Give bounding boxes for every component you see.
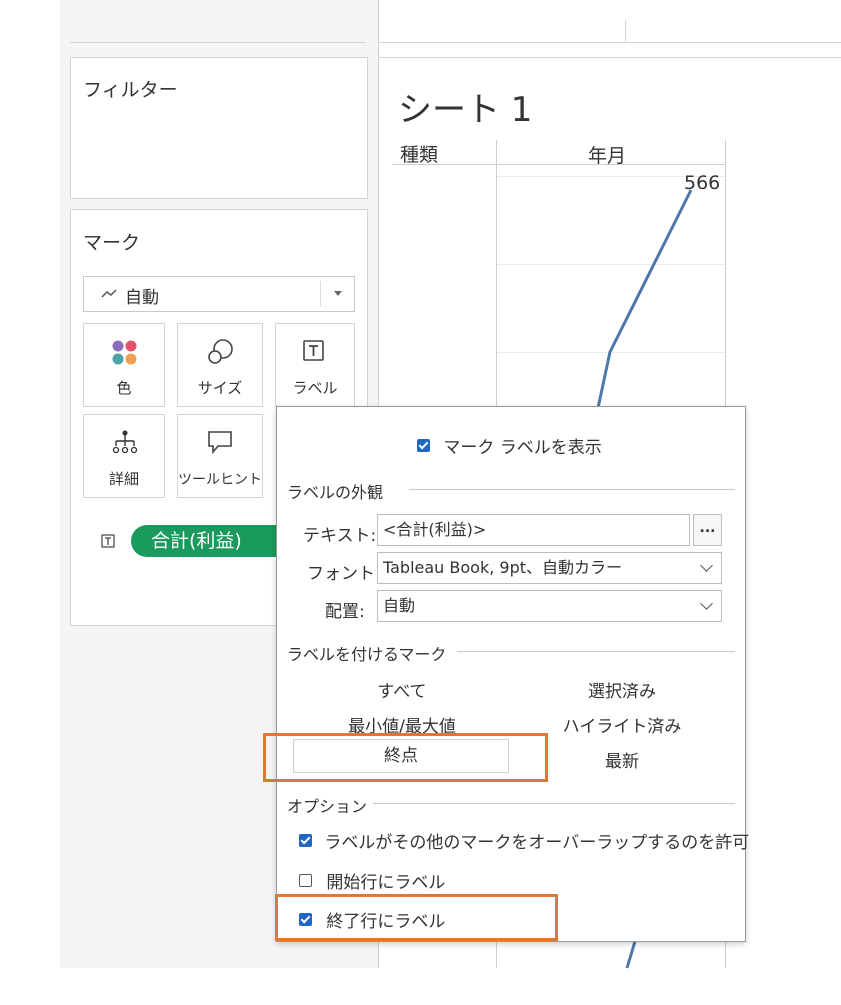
highlight-box-line-ends xyxy=(263,733,548,782)
show-mark-labels-label: マーク ラベルを表示 xyxy=(443,438,602,458)
option-highlighted[interactable]: ハイライト済み xyxy=(547,712,697,737)
option-selected[interactable]: 選択済み xyxy=(557,677,687,702)
edit-text-button[interactable]: ... xyxy=(693,514,722,546)
label-start-checkbox[interactable] xyxy=(299,874,312,887)
section-rule xyxy=(373,803,735,804)
end-value-label: 566 xyxy=(684,172,721,194)
chevron-down-icon xyxy=(700,559,713,572)
alignment-label: 配置: xyxy=(325,602,365,622)
show-mark-labels-row[interactable]: マーク ラベルを表示 xyxy=(417,433,602,458)
label-text-field[interactable]: <合計(利益)> xyxy=(377,514,690,546)
label-dialog: マーク ラベルを表示 ラベルの外観 テキスト: <合計(利益)> ... フォン… xyxy=(276,406,749,942)
marks-to-label-title: ラベルを付けるマーク xyxy=(287,645,447,664)
text-label: テキスト: xyxy=(303,526,377,546)
section-rule xyxy=(409,489,735,490)
label-start-label: 開始行にラベル xyxy=(326,873,446,893)
alignment-value: 自動 xyxy=(383,596,416,615)
alignment-dropdown[interactable]: 自動 xyxy=(377,590,722,622)
allow-overlap-checkbox[interactable] xyxy=(299,834,312,847)
font-value: Tableau Book, 9pt、自動カラー xyxy=(383,558,623,577)
label-start-row[interactable]: 開始行にラベル xyxy=(299,868,445,893)
allow-overlap-label: ラベルがその他のマークをオーバーラップするのを許可 xyxy=(324,833,750,853)
allow-overlap-row[interactable]: ラベルがその他のマークをオーバーラップするのを許可 xyxy=(299,828,749,853)
profit-line xyxy=(596,189,693,409)
font-dropdown[interactable]: Tableau Book, 9pt、自動カラー xyxy=(377,552,722,584)
section-rule xyxy=(457,651,735,652)
options-section-title: オプション xyxy=(287,797,368,816)
show-mark-labels-checkbox[interactable] xyxy=(417,439,430,452)
option-all[interactable]: すべて xyxy=(337,677,467,702)
appearance-section-title: ラベルの外観 xyxy=(287,483,384,502)
chevron-down-icon xyxy=(700,597,713,610)
option-most-recent[interactable]: 最新 xyxy=(557,747,687,772)
font-label: フォント: xyxy=(307,564,381,584)
highlight-box-label-end xyxy=(275,894,558,941)
profit-line-lower xyxy=(625,937,638,969)
